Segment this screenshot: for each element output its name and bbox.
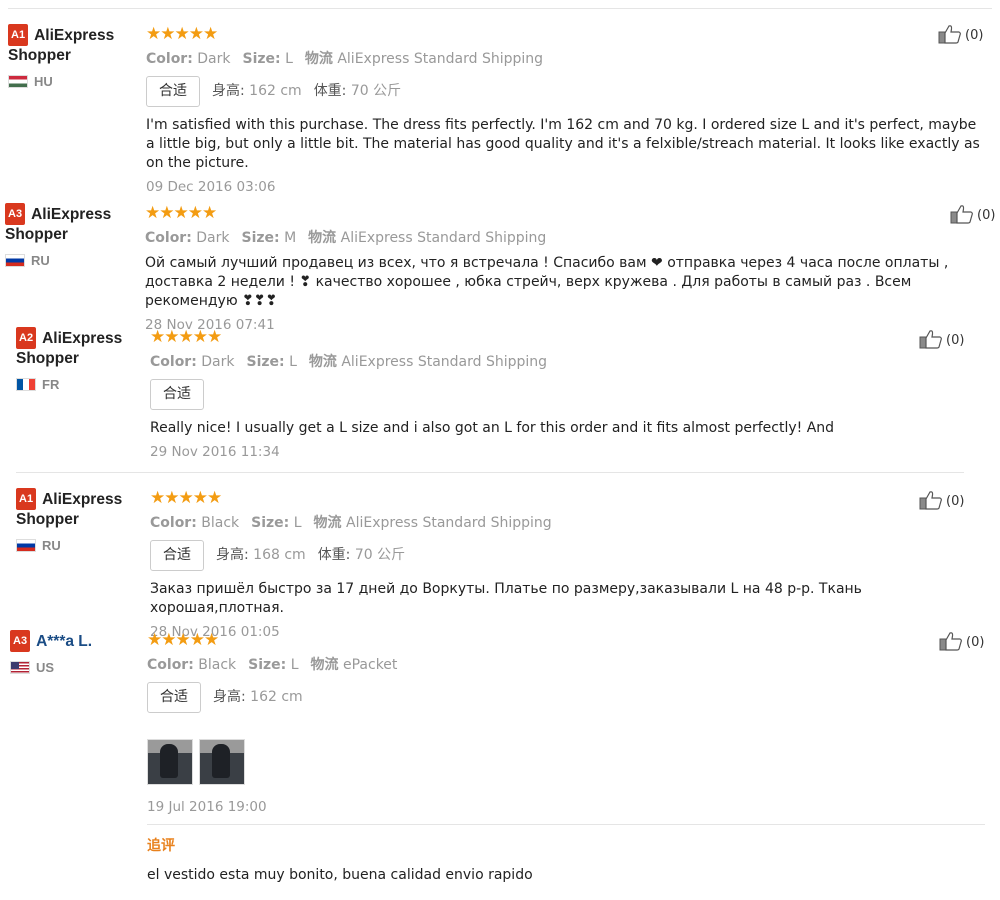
reviewer-info: A2 AliExpress Shopper FR	[16, 327, 151, 392]
flag-ru-icon	[16, 539, 36, 552]
flag-us-icon	[10, 661, 30, 674]
fit-tag: 合适	[150, 540, 204, 571]
append-divider	[147, 824, 985, 825]
reviewer-info: A3 AliExpress Shopper RU	[5, 203, 140, 268]
review-body: ★★★★★ Color: Dark Size: L 物流 AliExpress St…	[150, 327, 970, 460]
reviewer-info: A1 AliExpress Shopper HU	[8, 24, 143, 89]
order-info: Color: Dark Size: M 物流 AliExpress Standard…	[145, 230, 547, 246]
fit-info: 合适	[150, 379, 970, 410]
review-photo-thumbnail[interactable]	[147, 739, 193, 785]
reviewer-info: A3 A***a L. US	[10, 630, 145, 675]
review-body: ★★★★★ Color: Black Size: L 物流 AliExpress S…	[150, 488, 970, 640]
helpful-button[interactable]: (0)	[938, 24, 983, 44]
star-rating: ★★★★★	[147, 630, 219, 650]
review-photo-thumbnail[interactable]	[199, 739, 245, 785]
review-divider	[16, 472, 964, 473]
helpful-button[interactable]: (0)	[919, 329, 964, 349]
buyer-level-badge: A1	[16, 488, 37, 510]
review-date: 09 Dec 2016 03:06	[146, 179, 276, 195]
review-text: Really nice! I usually get a L size and …	[150, 420, 835, 436]
buyer-level-badge: A2	[16, 327, 37, 349]
top-divider	[8, 8, 992, 9]
order-info: Color: Dark Size: L 物流 AliExpress Standard…	[150, 354, 548, 370]
helpful-button[interactable]: (0)	[919, 490, 964, 510]
order-info: Color: Black Size: L 物流 AliExpress Standar…	[150, 515, 552, 531]
fit-info: 合适 身高: 162 cm 体重: 70 公斤	[146, 76, 986, 107]
star-rating: ★★★★★	[150, 488, 222, 508]
thumbs-up-icon	[919, 330, 942, 349]
additional-feedback-text: el vestido esta muy bonito, buena calida…	[147, 867, 533, 883]
thumbs-up-icon	[950, 205, 973, 224]
thumbs-up-icon	[939, 632, 962, 651]
reviewer-country: HU	[8, 74, 143, 89]
thumbs-up-icon	[938, 25, 961, 44]
thumbs-up-icon	[919, 491, 942, 510]
review-date: 29 Nov 2016 11:34	[150, 444, 280, 460]
flag-ru-icon	[5, 254, 25, 267]
order-info: Color: Black Size: L 物流 ePacket	[147, 657, 398, 673]
reviewer-name[interactable]: A***a L.	[36, 633, 92, 650]
helpful-button[interactable]: (0)	[939, 631, 984, 651]
flag-fr-icon	[16, 378, 36, 391]
review-text: Ой самый лучший продавец из всех, что я …	[145, 255, 949, 309]
review-text: I'm satisfied with this purchase. The dr…	[146, 117, 980, 171]
review-body: ★★★★★ Color: Dark Size: L 物流 AliExpress St…	[146, 24, 986, 195]
fit-tag: 合适	[147, 682, 201, 713]
reviewer-info: A1 AliExpress Shopper RU	[16, 488, 151, 553]
review-photos	[147, 739, 985, 785]
fit-tag: 合适	[146, 76, 200, 107]
review-body: ★★★★★ Color: Dark Size: M 物流 AliExpress St…	[145, 203, 991, 333]
fit-info: 合适 身高: 168 cm 体重: 70 公斤	[150, 540, 970, 571]
like-count: (0)	[965, 28, 984, 43]
like-count: (0)	[946, 494, 965, 509]
buyer-level-badge: A3	[5, 203, 26, 225]
star-rating: ★★★★★	[145, 203, 217, 223]
review-body: ★★★★★ Color: Black Size: L 物流 ePacket 合适 身高…	[147, 630, 985, 885]
buyer-level-badge: A3	[10, 630, 31, 652]
like-count: (0)	[946, 333, 965, 348]
like-count: (0)	[977, 208, 996, 223]
fit-info: 合适 身高: 162 cm	[147, 682, 985, 713]
star-rating: ★★★★★	[146, 24, 218, 44]
additional-feedback-title: 追评	[147, 838, 175, 854]
star-rating: ★★★★★	[150, 327, 222, 347]
reviewer-country: RU	[5, 253, 140, 268]
helpful-button[interactable]: (0)	[950, 204, 995, 224]
fit-tag: 合适	[150, 379, 204, 410]
review-date: 19 Jul 2016 19:00	[147, 799, 267, 815]
reviewer-country: US	[10, 660, 145, 675]
like-count: (0)	[966, 635, 985, 650]
flag-hu-icon	[8, 75, 28, 88]
review-text: Заказ пришёл быстро за 17 дней до Воркут…	[150, 581, 862, 616]
order-info: Color: Dark Size: L 物流 AliExpress Standard…	[146, 51, 544, 67]
buyer-level-badge: A1	[8, 24, 29, 46]
reviewer-country: FR	[16, 377, 151, 392]
reviewer-country: RU	[16, 538, 151, 553]
